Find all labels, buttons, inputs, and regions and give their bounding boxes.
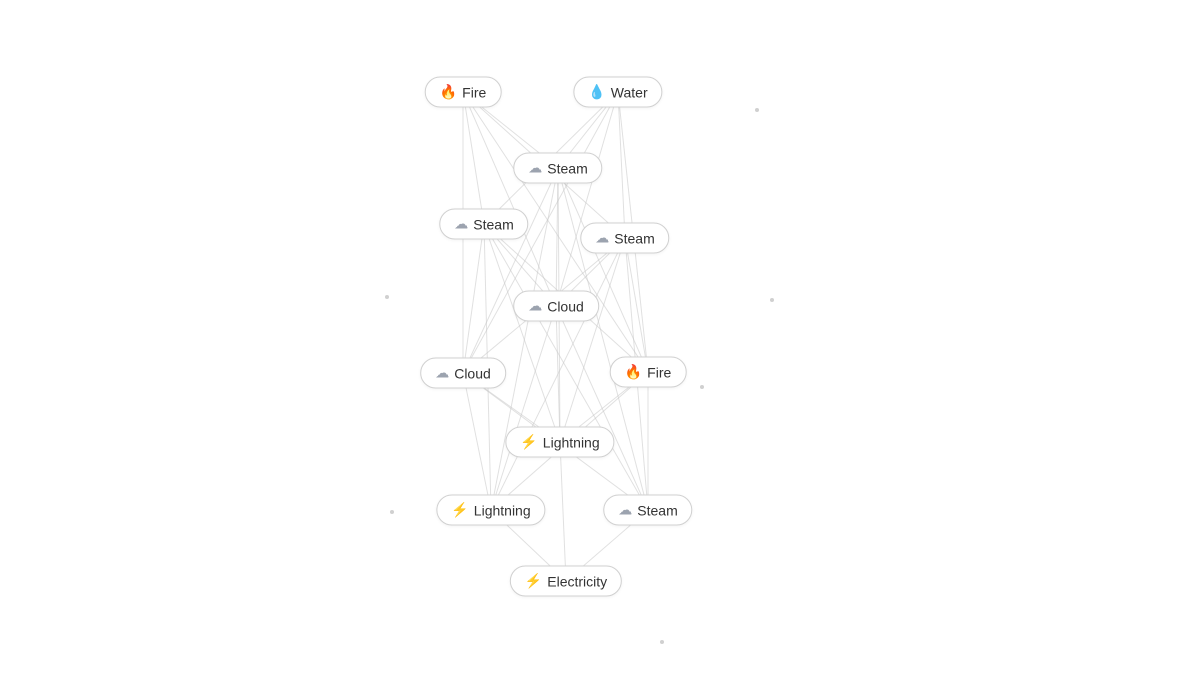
water-icon: 💧 (588, 84, 605, 101)
node-label: Steam (637, 502, 677, 518)
node-cloud2[interactable]: ☁ Cloud (420, 358, 506, 389)
graph-container: 🔥 Fire 💧 Water ☁ Steam ☁ Steam ☁ Steam ☁ Cloud ☁ Clou… (0, 0, 1200, 675)
decorative-dot (660, 640, 664, 644)
node-lightning2[interactable]: ⚡ Lightning (436, 495, 545, 526)
node-label: Fire (647, 364, 671, 380)
node-label: Water (611, 84, 648, 100)
node-label: Cloud (547, 298, 584, 314)
node-lightning1[interactable]: ⚡ Lightning (505, 427, 614, 458)
node-label: Cloud (454, 365, 491, 381)
lightning-icon: ⚡ (451, 502, 468, 519)
decorative-dot (390, 510, 394, 514)
node-label: Lightning (474, 502, 531, 518)
node-steam2[interactable]: ☁ Steam (439, 209, 528, 240)
steam-icon: ☁ (528, 160, 542, 177)
node-steam4[interactable]: ☁ Steam (603, 495, 692, 526)
node-label: Lightning (543, 434, 600, 450)
decorative-dot (755, 108, 759, 112)
steam-icon: ☁ (454, 216, 468, 233)
node-water1[interactable]: 💧 Water (573, 77, 662, 108)
node-label: Electricity (547, 573, 607, 589)
cloud-icon: ☁ (435, 365, 449, 382)
decorative-dot (700, 385, 704, 389)
fire-icon: 🔥 (625, 364, 642, 381)
decorative-dot (385, 295, 389, 299)
node-fire1[interactable]: 🔥 Fire (425, 77, 502, 108)
node-label: Steam (473, 216, 513, 232)
node-steam3[interactable]: ☁ Steam (580, 223, 669, 254)
node-cloud1[interactable]: ☁ Cloud (513, 291, 599, 322)
fire-icon: 🔥 (440, 84, 457, 101)
node-fire2[interactable]: 🔥 Fire (610, 357, 687, 388)
node-label: Steam (614, 230, 654, 246)
node-steam1[interactable]: ☁ Steam (513, 153, 602, 184)
cloud-icon: ☁ (528, 298, 542, 315)
steam-icon: ☁ (618, 502, 632, 519)
electricity-icon: ⚡ (525, 573, 542, 590)
node-label: Steam (547, 160, 587, 176)
decorative-dot (770, 298, 774, 302)
lightning-icon: ⚡ (520, 434, 537, 451)
node-electricity1[interactable]: ⚡ Electricity (510, 566, 622, 597)
node-label: Fire (462, 84, 486, 100)
steam-icon: ☁ (595, 230, 609, 247)
